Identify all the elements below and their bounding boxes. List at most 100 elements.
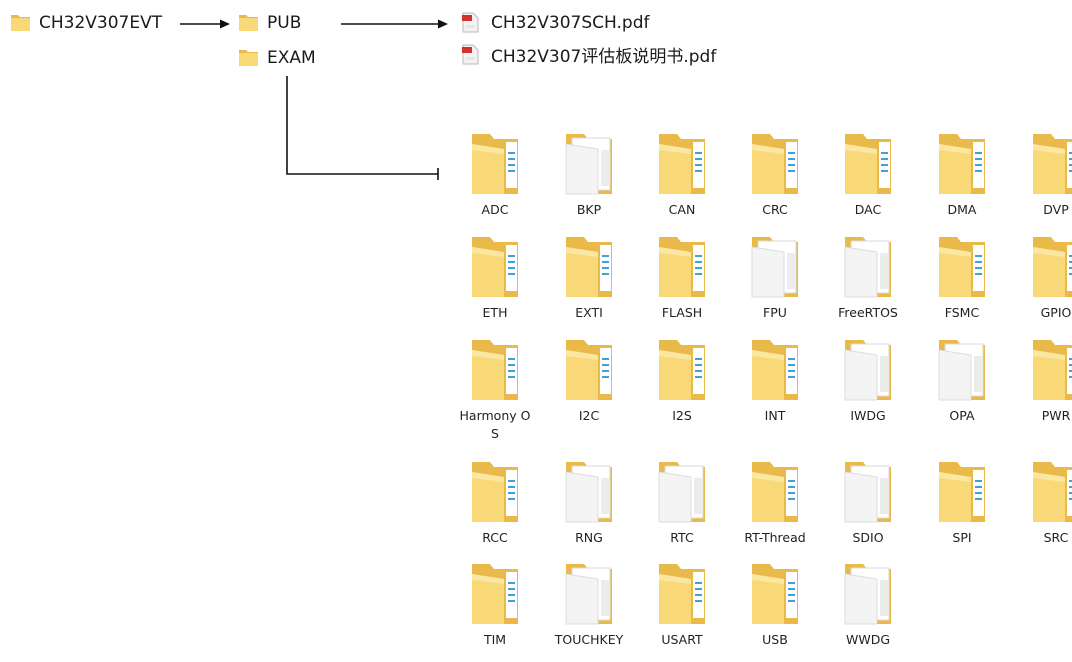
folder-icon — [566, 237, 612, 297]
folder-label: GPIO — [1040, 305, 1072, 320]
folder-label: FSMC — [944, 305, 980, 320]
folder-item[interactable]: ADC — [449, 130, 541, 219]
folder-icon — [239, 50, 258, 66]
folder-icon — [939, 134, 985, 194]
exam-folder-label: EXAM — [267, 47, 316, 68]
folder-icon — [844, 462, 891, 523]
folder-item[interactable]: DMA — [916, 130, 1008, 219]
root-folder-label: CH32V307EVT — [39, 12, 163, 33]
folder-item[interactable]: USB — [729, 560, 821, 649]
folder-label: INT — [764, 408, 786, 423]
folder-icon — [752, 564, 798, 624]
folder-item[interactable]: SPI — [916, 458, 1008, 547]
folder-label: FreeRTOS — [838, 305, 898, 320]
folder-item[interactable]: BKP — [543, 130, 635, 219]
folder-label: I2C — [578, 408, 600, 423]
arrowhead-pub — [220, 19, 230, 29]
folder-item[interactable]: PWR — [1010, 336, 1072, 425]
folder-item[interactable]: RCC — [449, 458, 541, 547]
folder-item[interactable]: DVP — [1010, 130, 1072, 219]
folder-label: CAN — [668, 202, 696, 217]
root-folder[interactable]: CH32V307EVT — [10, 12, 162, 33]
folder-item[interactable]: FreeRTOS — [822, 233, 914, 322]
folder-item[interactable]: EXTI — [543, 233, 635, 322]
folder-label: I2S — [672, 408, 692, 423]
folder-icon — [565, 564, 612, 625]
folder-item[interactable]: DAC — [822, 130, 914, 219]
folder-item[interactable]: RT-Thread — [729, 458, 821, 547]
folder-label: RT-Thread — [744, 530, 806, 545]
folder-item[interactable]: FSMC — [916, 233, 1008, 322]
folder-label: USB — [762, 632, 788, 647]
folder-item[interactable]: SDIO — [822, 458, 914, 547]
folder-item[interactable]: FLASH — [636, 233, 728, 322]
folder-icon — [472, 564, 518, 624]
folder-icon — [844, 564, 891, 625]
folder-icon — [939, 237, 985, 297]
folder-label: FLASH — [661, 305, 703, 320]
folder-icon — [752, 462, 798, 522]
folder-label: PWR — [1041, 408, 1071, 423]
folder-label: RTC — [670, 530, 694, 545]
folder-item[interactable]: CAN — [636, 130, 728, 219]
folder-item[interactable]: TOUCHKEY — [543, 560, 635, 649]
folder-label: TIM — [483, 632, 507, 647]
folder-label: RCC — [482, 530, 508, 545]
folder-item[interactable]: ETH — [449, 233, 541, 322]
folder-icon — [751, 237, 798, 298]
folder-icon — [472, 340, 518, 400]
pdf-icon — [462, 12, 479, 33]
folder-label: EXTI — [575, 305, 603, 320]
folder-item[interactable]: FPU — [729, 233, 821, 322]
folder-icon — [659, 340, 705, 400]
pdf-icon — [462, 44, 479, 65]
folder-icon — [844, 237, 891, 298]
folder-item[interactable]: RTC — [636, 458, 728, 547]
folder-item[interactable]: IWDG — [822, 336, 914, 425]
folder-item[interactable]: OPA — [916, 336, 1008, 425]
pdf-file-label: CH32V307评估板说明书.pdf — [491, 47, 717, 67]
folder-icon — [659, 134, 705, 194]
pdf-file[interactable]: CH32V307评估板说明书.pdf — [462, 42, 716, 67]
folder-label: DMA — [947, 202, 977, 217]
folder-icon — [1033, 462, 1072, 522]
pdf-file[interactable]: CH32V307SCH.pdf — [462, 12, 649, 33]
folder-label: BKP — [576, 202, 602, 217]
folder-icon — [565, 134, 612, 195]
folder-label: SPI — [952, 530, 972, 545]
pub-folder-label: PUB — [267, 12, 302, 33]
folder-label: Harmony OS — [459, 408, 531, 441]
connector-exam-to-folders — [286, 76, 438, 175]
folder-icon — [1033, 134, 1072, 194]
folder-item[interactable]: WWDG — [822, 560, 914, 649]
folder-label: IWDG — [850, 408, 886, 423]
folder-icon — [752, 134, 798, 194]
folder-icon — [752, 340, 798, 400]
folder-icon — [472, 237, 518, 297]
folder-item[interactable]: I2C — [543, 336, 635, 425]
folder-icon — [939, 462, 985, 522]
folder-label: SDIO — [852, 530, 884, 545]
folder-item[interactable]: I2S — [636, 336, 728, 425]
folder-item[interactable]: Harmony OS — [449, 336, 541, 443]
folder-label: WWDG — [845, 632, 891, 647]
folder-label: DAC — [854, 202, 882, 217]
folder-item[interactable]: GPIO — [1010, 233, 1072, 322]
folder-label: USART — [661, 632, 703, 647]
folder-item[interactable]: RNG — [543, 458, 635, 547]
folder-item[interactable]: SRC — [1010, 458, 1072, 547]
folder-icon — [844, 340, 891, 401]
folder-label: CRC — [762, 202, 788, 217]
folder-label: TOUCHKEY — [554, 632, 624, 647]
folder-item[interactable]: TIM — [449, 560, 541, 649]
folder-icon — [659, 237, 705, 297]
folder-item[interactable]: USART — [636, 560, 728, 649]
folder-label: ETH — [482, 305, 508, 320]
folder-item[interactable]: INT — [729, 336, 821, 425]
folder-icon — [1033, 340, 1072, 400]
folder-item[interactable]: CRC — [729, 130, 821, 219]
folder-label: FPU — [763, 305, 787, 320]
folder-icon — [659, 564, 705, 624]
pub-folder[interactable]: PUB — [238, 12, 301, 33]
exam-folder[interactable]: EXAM — [238, 47, 316, 68]
